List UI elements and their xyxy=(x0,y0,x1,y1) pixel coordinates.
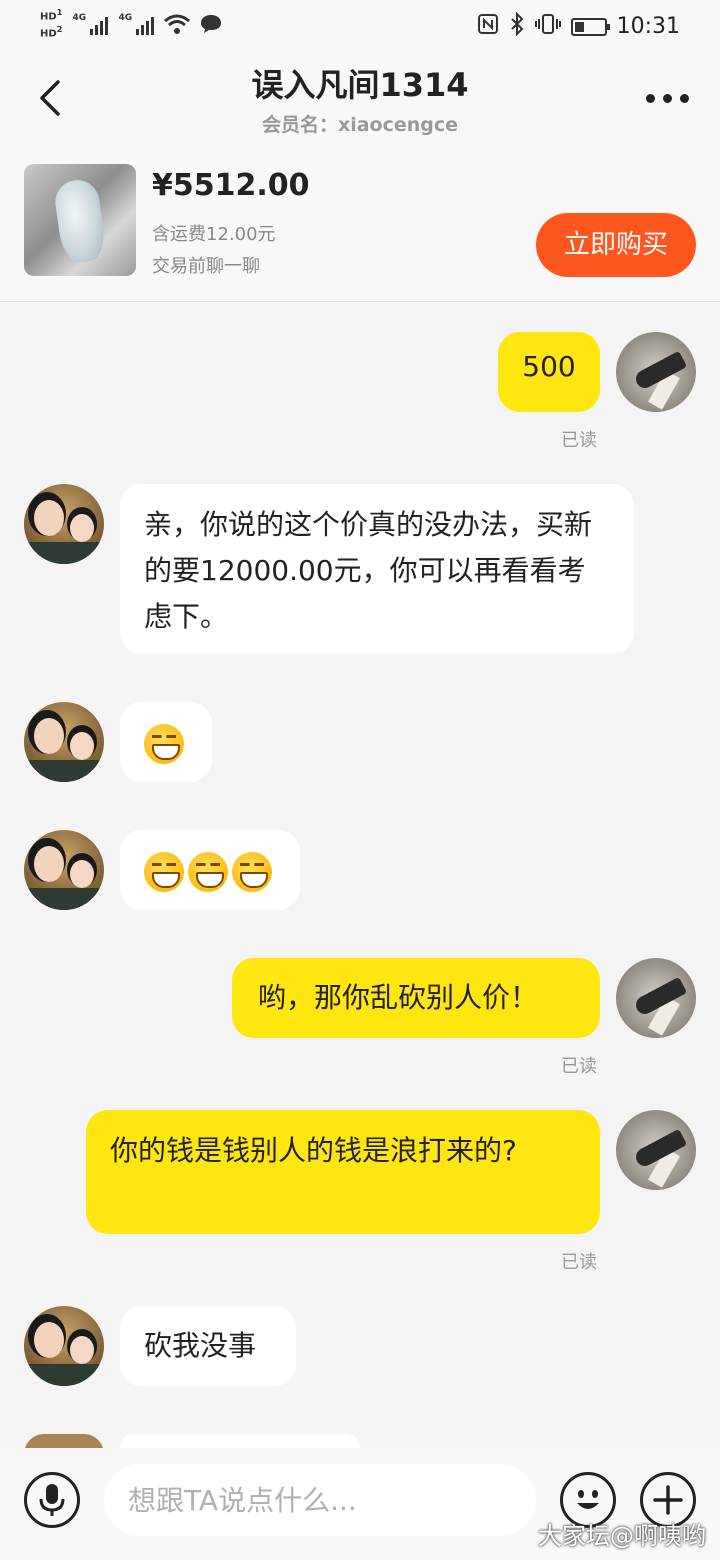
grin-squint-emoji-icon xyxy=(144,724,184,764)
hd-label-2: HD2 xyxy=(40,24,63,40)
product-image[interactable] xyxy=(24,164,136,276)
their-message-bubble[interactable]: 砍我没事 xyxy=(120,1306,296,1386)
signal-4g-icon: 4G xyxy=(72,13,109,35)
grin-squint-emoji-icon xyxy=(232,852,272,892)
message-notification-icon xyxy=(201,14,222,33)
battery-icon xyxy=(570,17,610,36)
status-left: HD1 HD2 4G 4G xyxy=(40,8,222,40)
their-avatar[interactable] xyxy=(24,484,104,564)
message-text: 砍我没事 xyxy=(144,1329,257,1362)
status-right: 10:31 xyxy=(477,11,680,41)
my-message-bubble[interactable]: 你的钱是钱别人的钱是浪打来的? xyxy=(86,1110,600,1234)
message-text: 你的钱是钱别人的钱是浪打来的? xyxy=(110,1134,517,1167)
more-dot-icon xyxy=(663,93,672,103)
their-message-bubble[interactable]: 亲，你说的这个价真的没办法，买新的要12000.00元，你可以再看看考虑下。 xyxy=(120,484,634,654)
voice-button[interactable] xyxy=(24,1472,80,1528)
bluetooth-icon xyxy=(509,11,525,41)
more-options-button[interactable] xyxy=(646,86,692,110)
status-time: 10:31 xyxy=(616,14,680,39)
more-dot-icon xyxy=(646,93,655,103)
my-avatar[interactable] xyxy=(616,332,696,412)
read-status: 已读 xyxy=(561,430,597,451)
nfc-icon xyxy=(477,13,499,40)
my-avatar[interactable] xyxy=(616,958,696,1038)
status-bar: HD1 HD2 4G 4G 10:31 xyxy=(0,0,720,56)
hd-indicator: HD1 HD2 xyxy=(40,8,62,40)
message-text: 亲，你说的这个价真的没办法，买新的要12000.00元，你可以再看看考虑下。 xyxy=(144,508,593,633)
watermark: 大家坛@啊咦哟 xyxy=(538,1522,706,1550)
their-avatar[interactable] xyxy=(24,1306,104,1386)
their-message-bubble[interactable] xyxy=(120,1434,360,1448)
their-avatar[interactable] xyxy=(24,830,104,910)
more-dot-icon xyxy=(680,93,689,103)
hd-label-1: HD1 xyxy=(40,7,63,23)
chat-header: 误入凡间1314 会员名：xiaocengce xyxy=(0,56,720,146)
shipping-fee: 含运费12.00元 xyxy=(152,224,276,245)
microphone-icon xyxy=(39,1484,65,1516)
my-message-bubble[interactable]: 哟，那你乱砍别人价！ xyxy=(232,958,600,1038)
chat-title: 误入凡间1314 xyxy=(251,66,469,104)
message-text: 500 xyxy=(522,350,576,383)
their-avatar[interactable] xyxy=(24,702,104,782)
signal-4g-icon: 4G xyxy=(118,13,155,35)
product-price: ¥5512.00 xyxy=(152,168,310,203)
wifi-icon xyxy=(164,14,191,34)
buy-now-button[interactable]: 立即购买 xyxy=(536,213,696,277)
their-message-bubble[interactable] xyxy=(120,830,300,910)
message-text: 哟，那你乱砍别人价！ xyxy=(258,981,539,1014)
vibrate-icon xyxy=(534,13,561,40)
grin-squint-emoji-icon xyxy=(144,852,184,892)
read-status: 已读 xyxy=(561,1056,597,1077)
member-name: 会员名：xiaocengce xyxy=(261,114,459,136)
grin-squint-emoji-icon xyxy=(188,852,228,892)
product-card[interactable]: ¥5512.00 含运费12.00元 交易前聊一聊 立即购买 xyxy=(0,146,720,302)
my-message-bubble[interactable]: 500 xyxy=(498,332,600,412)
chat-before-trade-note: 交易前聊一聊 xyxy=(152,256,260,277)
my-avatar[interactable] xyxy=(616,1110,696,1190)
read-status: 已读 xyxy=(561,1252,597,1273)
their-message-bubble[interactable] xyxy=(120,702,212,782)
message-input[interactable] xyxy=(104,1464,536,1536)
